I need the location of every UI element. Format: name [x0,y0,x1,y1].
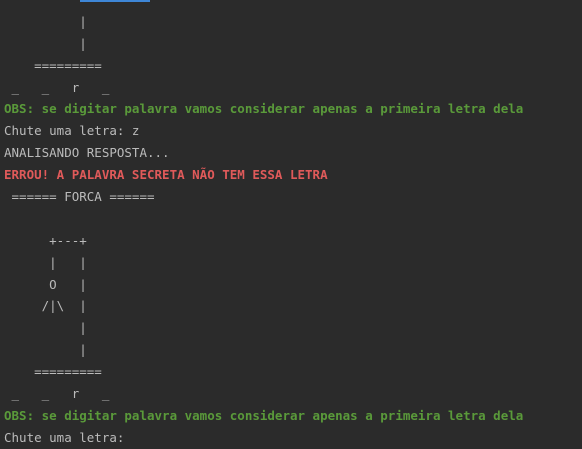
console-line: | [4,342,87,358]
console-line: O | [4,276,87,292]
console-line: _ _ r _ [4,79,110,95]
obs-message-line: OBS: se digitar palavra vamos considerar… [4,407,524,423]
console-line: | [4,13,87,29]
console-line: | | [4,254,87,270]
console-output[interactable]: | | ========= _ _ r _ OBS: se digitar pa… [4,0,582,449]
console-line: +---+ [4,232,87,248]
console-line: ========= [4,57,102,73]
guess-input-line: Chute uma letra: z [4,123,140,139]
console-line: /|\ | [4,298,87,314]
guess-prompt-line[interactable]: Chute uma letra: [4,427,582,449]
console-line: | [4,35,87,51]
console-line: _ _ r _ [4,386,110,402]
error-message-line: ERROU! A PALAVRA SECRETA NÃO TEM ESSA LE… [4,167,328,183]
console-line: | [4,320,87,336]
console-line: ====== FORCA ====== [4,189,155,205]
console-line: ========= [4,364,102,380]
obs-message-line: OBS: se digitar palavra vamos considerar… [4,101,524,117]
console-window: { "console": { "colors": { "background":… [0,0,582,445]
console-line: ANALISANDO RESPOSTA... [4,145,170,161]
